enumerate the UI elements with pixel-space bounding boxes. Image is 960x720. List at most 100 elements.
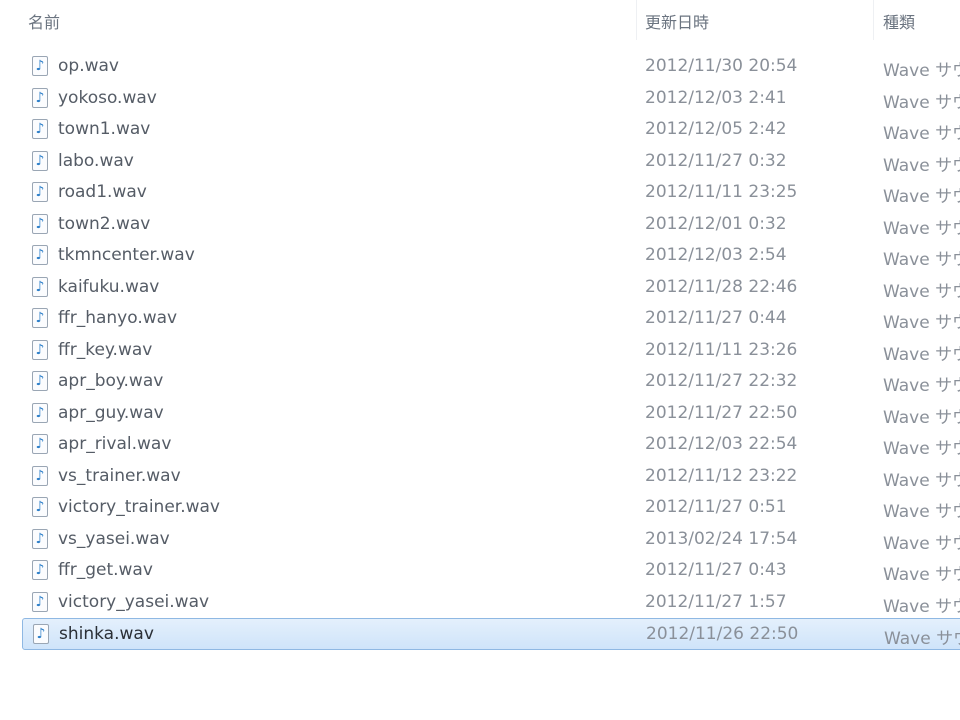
file-row[interactable]: ♪ tkmncenter.wav 2012/12/03 2:54 Wave サウ — [0, 240, 960, 272]
audio-file-icon: ♪ — [32, 119, 48, 139]
file-name: labo.wav — [58, 150, 134, 171]
file-row[interactable]: ♪ victory_yasei.wav 2012/11/27 1:57 Wave… — [0, 587, 960, 619]
file-row[interactable]: ♪ yokoso.wav 2012/12/03 2:41 Wave サウ — [0, 83, 960, 115]
file-name: victory_trainer.wav — [58, 497, 220, 517]
file-row[interactable]: ♪ vs_yasei.wav 2013/02/24 17:54 Wave サウ — [0, 524, 960, 556]
file-modified: 2012/12/01 0:32 — [645, 213, 787, 234]
audio-file-icon: ♪ — [32, 528, 48, 549]
file-modified: 2012/11/27 0:32 — [645, 150, 787, 171]
file-name: ffr_get.wav — [58, 560, 153, 580]
audio-file-icon: ♪ — [32, 497, 48, 517]
audio-file-icon: ♪ — [32, 402, 48, 423]
file-modified: 2012/11/27 0:51 — [645, 497, 787, 517]
file-row[interactable]: ♪ ffr_get.wav 2012/11/27 0:43 Wave サウ — [0, 555, 960, 587]
column-header-type[interactable]: 種類 — [883, 9, 915, 33]
file-modified: 2012/11/28 22:46 — [645, 276, 798, 297]
audio-file-icon: ♪ — [32, 591, 48, 612]
file-name: ffr_key.wav — [58, 339, 153, 360]
audio-file-icon: ♪ — [32, 87, 48, 108]
audio-file-icon: ♪ — [32, 371, 48, 391]
file-modified: 2012/11/12 23:22 — [645, 465, 798, 486]
file-modified: 2012/11/11 23:25 — [645, 182, 798, 202]
audio-file-icon: ♪ — [32, 308, 48, 328]
column-header: 名前 更新日時 種類 — [0, 0, 960, 42]
column-divider[interactable] — [636, 0, 637, 40]
file-row[interactable]: ♪ road1.wav 2012/11/11 23:25 Wave サウ — [0, 177, 960, 209]
file-name: kaifuku.wav — [58, 276, 160, 297]
file-modified: 2012/11/30 20:54 — [645, 56, 798, 76]
file-type: Wave サウ — [883, 596, 960, 617]
file-row[interactable]: ♪ town1.wav 2012/12/05 2:42 Wave サウ — [0, 114, 960, 146]
file-row[interactable]: ♪ vs_trainer.wav 2012/11/12 23:22 Wave サ… — [0, 461, 960, 493]
file-name: yokoso.wav — [58, 87, 157, 108]
audio-file-icon: ♪ — [32, 339, 48, 360]
file-type: Wave サウ — [883, 344, 960, 365]
file-row[interactable]: ♪ victory_trainer.wav 2012/11/27 0:51 Wa… — [0, 492, 960, 524]
file-name: victory_yasei.wav — [58, 591, 210, 612]
file-row[interactable]: ♪ shinka.wav 2012/11/26 22:50 Wave サウ — [22, 618, 960, 650]
audio-file-icon: ♪ — [33, 624, 49, 644]
audio-file-icon: ♪ — [32, 434, 48, 454]
file-modified: 2012/11/11 23:26 — [645, 339, 798, 360]
file-type: Wave サウ — [883, 376, 960, 396]
file-type: Wave サウ — [883, 187, 960, 207]
file-row[interactable]: ♪ apr_rival.wav 2012/12/03 22:54 Wave サウ — [0, 429, 960, 461]
file-type: Wave サウ — [883, 155, 960, 176]
file-type: Wave サウ — [883, 281, 960, 302]
file-modified: 2012/11/27 22:32 — [645, 371, 798, 391]
file-name: ffr_hanyo.wav — [58, 308, 178, 328]
file-modified: 2012/12/03 2:54 — [645, 245, 787, 265]
audio-file-icon: ♪ — [32, 150, 48, 171]
file-name: town2.wav — [58, 213, 151, 234]
file-name: apr_rival.wav — [58, 434, 172, 454]
column-divider[interactable] — [873, 0, 874, 40]
file-name: vs_trainer.wav — [58, 465, 181, 486]
file-type: Wave サウ — [883, 92, 960, 113]
file-modified: 2012/11/27 1:57 — [645, 591, 787, 612]
file-type: Wave サウ — [883, 250, 960, 270]
file-name: apr_guy.wav — [58, 402, 164, 423]
file-type: Wave サウ — [883, 439, 960, 459]
file-name: shinka.wav — [59, 624, 154, 644]
file-modified: 2013/02/24 17:54 — [645, 528, 798, 549]
file-row[interactable]: ♪ apr_guy.wav 2012/11/27 22:50 Wave サウ — [0, 398, 960, 430]
file-type: Wave サウ — [883, 124, 960, 144]
file-type: Wave サウ — [884, 629, 960, 649]
file-name: apr_boy.wav — [58, 371, 164, 391]
column-header-name[interactable]: 名前 — [28, 9, 60, 33]
file-modified: 2012/12/03 2:41 — [645, 87, 787, 108]
file-row[interactable]: ♪ ffr_key.wav 2012/11/11 23:26 Wave サウ — [0, 335, 960, 367]
file-name: road1.wav — [58, 182, 147, 202]
file-modified: 2012/11/26 22:50 — [646, 624, 799, 644]
audio-file-icon: ♪ — [32, 560, 48, 580]
file-type: Wave サウ — [883, 533, 960, 554]
audio-file-icon: ♪ — [32, 56, 48, 76]
file-row[interactable]: ♪ ffr_hanyo.wav 2012/11/27 0:44 Wave サウ — [0, 303, 960, 335]
file-name: op.wav — [58, 56, 119, 76]
column-header-modified[interactable]: 更新日時 — [645, 9, 709, 33]
file-modified: 2012/12/05 2:42 — [645, 119, 787, 139]
file-modified: 2012/11/27 0:44 — [645, 308, 787, 328]
file-row[interactable]: ♪ op.wav 2012/11/30 20:54 Wave サウ — [0, 51, 960, 83]
audio-file-icon: ♪ — [32, 213, 48, 234]
file-type: Wave サウ — [883, 407, 960, 428]
file-name: town1.wav — [58, 119, 151, 139]
file-name: vs_yasei.wav — [58, 528, 170, 549]
file-row[interactable]: ♪ labo.wav 2012/11/27 0:32 Wave サウ — [0, 146, 960, 178]
file-row[interactable]: ♪ apr_boy.wav 2012/11/27 22:32 Wave サウ — [0, 366, 960, 398]
file-list: ♪ op.wav 2012/11/30 20:54 Wave サウ♪ yokos… — [0, 51, 960, 650]
audio-file-icon: ♪ — [32, 182, 48, 202]
audio-file-icon: ♪ — [32, 465, 48, 486]
file-type: Wave サウ — [883, 218, 960, 239]
audio-file-icon: ♪ — [32, 245, 48, 265]
file-row[interactable]: ♪ kaifuku.wav 2012/11/28 22:46 Wave サウ — [0, 272, 960, 304]
file-type: Wave サウ — [883, 502, 960, 522]
file-type: Wave サウ — [883, 470, 960, 491]
file-modified: 2012/11/27 22:50 — [645, 402, 798, 423]
file-modified: 2012/11/27 0:43 — [645, 560, 787, 580]
file-type: Wave サウ — [883, 61, 960, 81]
file-type: Wave サウ — [883, 565, 960, 585]
file-row[interactable]: ♪ town2.wav 2012/12/01 0:32 Wave サウ — [0, 209, 960, 241]
file-modified: 2012/12/03 22:54 — [645, 434, 798, 454]
file-type: Wave サウ — [883, 313, 960, 333]
